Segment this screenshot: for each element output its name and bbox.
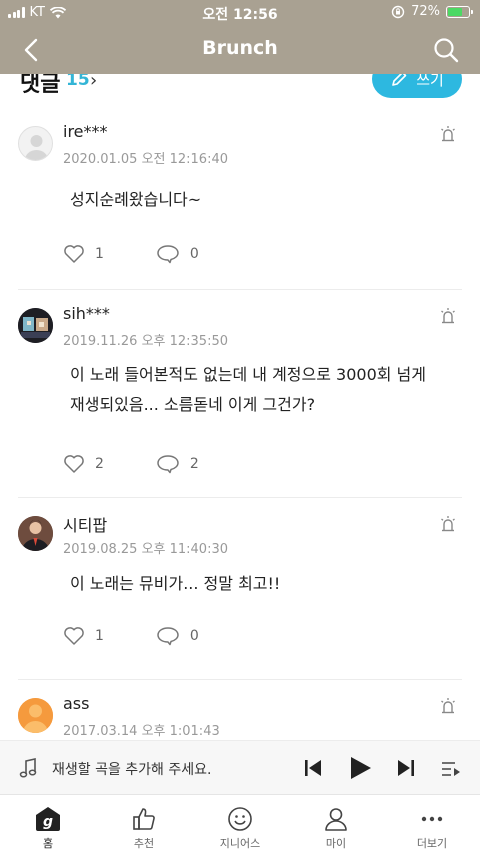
heart-icon	[64, 455, 84, 473]
mini-player: 재생할 곡을 추가해 주세요.	[0, 740, 480, 794]
comment-actions: 1 0	[63, 626, 199, 646]
comment-username[interactable]: ire***	[63, 122, 108, 141]
tab-label: 추천	[133, 837, 155, 850]
thumbs-up-icon	[133, 808, 155, 830]
reply-count: 0	[189, 628, 199, 644]
comment-date: 2019.11.26 오후 12:35:50	[63, 334, 229, 349]
like-button[interactable]: 2	[63, 454, 104, 474]
report-siren-icon[interactable]	[438, 306, 458, 326]
next-track-icon[interactable]	[396, 758, 416, 778]
comment-date: 2020.01.05 오전 12:16:40	[63, 152, 229, 167]
app-header: KT 오전 12:56 72% Brunch	[0, 0, 480, 74]
previous-track-icon[interactable]	[303, 758, 323, 778]
player-status-text[interactable]: 재생할 곡을 추가해 주세요.	[52, 759, 211, 779]
playlist-icon[interactable]	[440, 759, 462, 779]
status-bar: KT 오전 12:56 72%	[0, 0, 480, 26]
avatar[interactable]	[18, 516, 53, 551]
speech-bubble-icon	[157, 245, 179, 264]
person-icon	[325, 808, 347, 831]
page-title: Brunch	[202, 37, 278, 59]
status-right: 72%	[391, 4, 473, 19]
like-count: 2	[95, 456, 104, 472]
heart-icon	[64, 627, 84, 645]
svg-text:g: g	[43, 814, 53, 830]
comment-text: 성지순례왔습니다~	[70, 190, 202, 209]
tab-label: 홈	[42, 837, 54, 850]
like-count: 1	[95, 246, 104, 262]
report-siren-icon[interactable]	[438, 514, 458, 534]
tab-recommend[interactable]: 추천	[96, 795, 192, 853]
orientation-lock-icon	[391, 5, 405, 18]
battery-percent: 72%	[411, 4, 440, 19]
reply-count: 2	[189, 456, 199, 472]
comment-actions: 2 2	[63, 454, 199, 474]
avatar[interactable]	[18, 698, 53, 733]
nav-bar: Brunch	[0, 26, 480, 74]
music-note-icon	[19, 758, 37, 778]
comment-date: 2017.03.14 오후 1:01:43	[63, 724, 220, 739]
reply-button[interactable]: 2	[156, 454, 199, 474]
bottom-tab-bar: g 홈 추천 지니어스 마이 더보기	[0, 794, 480, 853]
speech-bubble-icon	[157, 455, 179, 474]
comment-list: ire*** 2020.01.05 오전 12:16:40 성지순례왔습니다~ …	[0, 108, 480, 760]
tab-label: 더보기	[416, 837, 448, 850]
reply-button[interactable]: 0	[156, 626, 199, 646]
avatar[interactable]	[18, 126, 53, 161]
reply-button[interactable]: 0	[156, 244, 199, 264]
comment-item: 시티팝 2019.08.25 오후 11:40:30 이 노래는 뮤비가... …	[18, 498, 462, 680]
comment-text: 이 노래 들어본적도 없는데 내 계정으로 3000회 넘게 재생되있음... …	[70, 365, 427, 414]
like-button[interactable]: 1	[63, 244, 104, 264]
comment-text: 이 노래는 뮤비가... 정말 최고!!	[70, 574, 281, 593]
genie-home-icon: g	[36, 807, 60, 831]
more-dots-icon	[421, 816, 443, 822]
comment-item: ire*** 2020.01.05 오전 12:16:40 성지순례왔습니다~ …	[18, 108, 462, 290]
speech-bubble-icon	[157, 627, 179, 646]
battery-icon	[446, 5, 473, 18]
like-count: 1	[95, 628, 104, 644]
avatar[interactable]	[18, 308, 53, 343]
report-siren-icon[interactable]	[438, 124, 458, 144]
tab-genius[interactable]: 지니어스	[192, 795, 288, 853]
tab-label: 지니어스	[219, 837, 261, 850]
comment-date: 2019.08.25 오후 11:40:30	[63, 542, 229, 557]
search-icon[interactable]	[432, 36, 460, 64]
comment-actions: 1 0	[63, 244, 199, 264]
smile-icon	[228, 807, 252, 831]
like-button[interactable]: 1	[63, 626, 104, 646]
comment-username[interactable]: 시티팝	[63, 512, 107, 536]
tab-label: 마이	[325, 837, 347, 850]
tab-more[interactable]: 더보기	[384, 795, 480, 853]
comment-username[interactable]: ass	[63, 694, 89, 713]
heart-icon	[64, 245, 84, 263]
report-siren-icon[interactable]	[438, 696, 458, 716]
tab-home[interactable]: g 홈	[0, 795, 96, 853]
play-icon[interactable]	[347, 755, 373, 781]
comment-username[interactable]: sih***	[63, 304, 110, 323]
tab-my[interactable]: 마이	[288, 795, 384, 853]
comment-item: sih*** 2019.11.26 오후 12:35:50 이 노래 들어본적도…	[18, 290, 462, 498]
reply-count: 0	[189, 246, 199, 262]
